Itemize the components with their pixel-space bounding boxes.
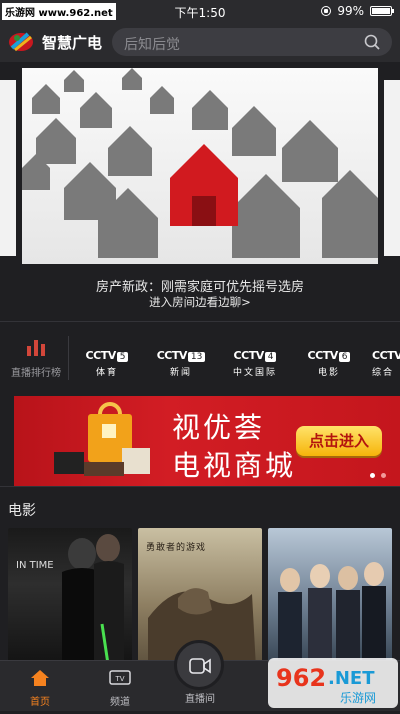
channel-logo: CCTV	[156, 349, 188, 362]
ad-subtitle: 电视商城	[172, 449, 297, 482]
banner-prev-card[interactable]	[0, 80, 16, 256]
poster-title: IN TIME	[16, 560, 54, 571]
watermark-number: 962	[276, 664, 326, 692]
channel-logo: CCTV	[233, 349, 265, 362]
watermark-site-name: 乐游网	[340, 691, 376, 705]
channel-logo: CCTV	[372, 349, 400, 362]
status-right: 99%	[321, 4, 394, 18]
channel-number: 13	[187, 352, 206, 362]
site-watermark: 962 .NET 乐游网	[266, 656, 400, 710]
svg-text:TV: TV	[114, 675, 124, 683]
poster-title: 勇敢者的游戏	[146, 543, 207, 553]
banner-next-card[interactable]	[384, 80, 400, 256]
search-input[interactable]: 后知后觉	[112, 28, 392, 56]
battery-percent: 99%	[337, 4, 364, 18]
banner-image[interactable]	[22, 68, 378, 264]
channel-cctv4[interactable]: CCTV 4 中文国际	[226, 344, 284, 378]
ad-enter-button[interactable]: 点击进入	[296, 426, 382, 456]
movie-poster[interactable]	[268, 528, 392, 668]
channel-name: 综合	[372, 368, 395, 378]
channel-name: 中文国际	[232, 368, 277, 378]
poster-art	[278, 562, 386, 668]
battery-fill	[372, 8, 390, 14]
live-ranking-label: 直播排行榜	[11, 368, 61, 379]
ad-title: 视优荟	[172, 411, 266, 444]
banner-subtitle-link[interactable]: 进入房间边看边聊>	[0, 294, 400, 310]
channel-logo: CCTV	[85, 349, 117, 362]
app-logo-icon	[9, 32, 33, 52]
watermark-net: .NET	[328, 668, 375, 689]
channel-name: 体育	[95, 368, 118, 378]
channel-name: 新闻	[169, 368, 192, 378]
rotation-lock-icon	[321, 6, 332, 16]
carousel-dot-active	[370, 473, 375, 478]
channel-cctv5[interactable]: CCTV 5 体育	[78, 344, 136, 378]
channel-name: 电影	[317, 368, 340, 378]
channel-cctv1[interactable]: CCTV 综合	[372, 344, 400, 378]
shopping-bag-icon	[54, 402, 150, 476]
divider	[0, 486, 400, 487]
channel-cctv13[interactable]: CCTV 13 新闻	[152, 344, 210, 378]
channel-logo: CCTV	[307, 349, 339, 362]
tv-icon: TV	[109, 670, 131, 685]
channel-number: 5	[116, 352, 129, 362]
channel-number: 4	[264, 352, 277, 362]
channel-cctv6[interactable]: CCTV 6 电影	[300, 344, 358, 378]
tab-channels[interactable]: TV 频道	[90, 669, 150, 708]
movie-poster[interactable]: IN TIME	[8, 528, 132, 668]
tab-label: 首页	[30, 697, 50, 708]
app-header: 智慧广电 后知后觉	[0, 22, 400, 62]
houses-illustration	[22, 68, 378, 258]
bar-chart-icon	[27, 340, 45, 356]
app-name: 智慧广电	[42, 34, 103, 52]
section-title-movies: 电影	[8, 503, 36, 519]
tab-label: 频道	[110, 697, 130, 708]
live-ranking-button[interactable]: 直播排行榜	[8, 338, 64, 379]
watermark-logo: 962 .NET 乐游网	[268, 658, 398, 708]
tab-label: 直播间	[185, 694, 215, 705]
video-camera-icon	[189, 658, 211, 674]
home-icon	[31, 670, 49, 686]
poster-art	[62, 534, 124, 668]
banner-title[interactable]: 房产新政：刚需家庭可优先摇号选房	[0, 276, 400, 295]
status-bar: 乐游网 www.962.net 下午1:50 99%	[0, 0, 400, 22]
search-placeholder: 后知后觉	[124, 37, 180, 53]
divider	[68, 336, 69, 380]
carousel-dots	[370, 473, 386, 478]
live-room-button[interactable]	[174, 640, 224, 690]
carousel-dot	[381, 473, 386, 478]
channel-strip: 直播排行榜 CCTV 5 体育 CCTV 13 新闻 CCTV 4 中文国际 CCTV…	[0, 322, 400, 394]
channel-number: 6	[338, 352, 351, 362]
tab-home[interactable]: 首页	[10, 669, 70, 708]
search-icon[interactable]	[364, 34, 380, 50]
battery-icon	[370, 6, 394, 16]
mall-ad-banner[interactable]: 视优荟 电视商城 点击进入	[14, 396, 400, 486]
